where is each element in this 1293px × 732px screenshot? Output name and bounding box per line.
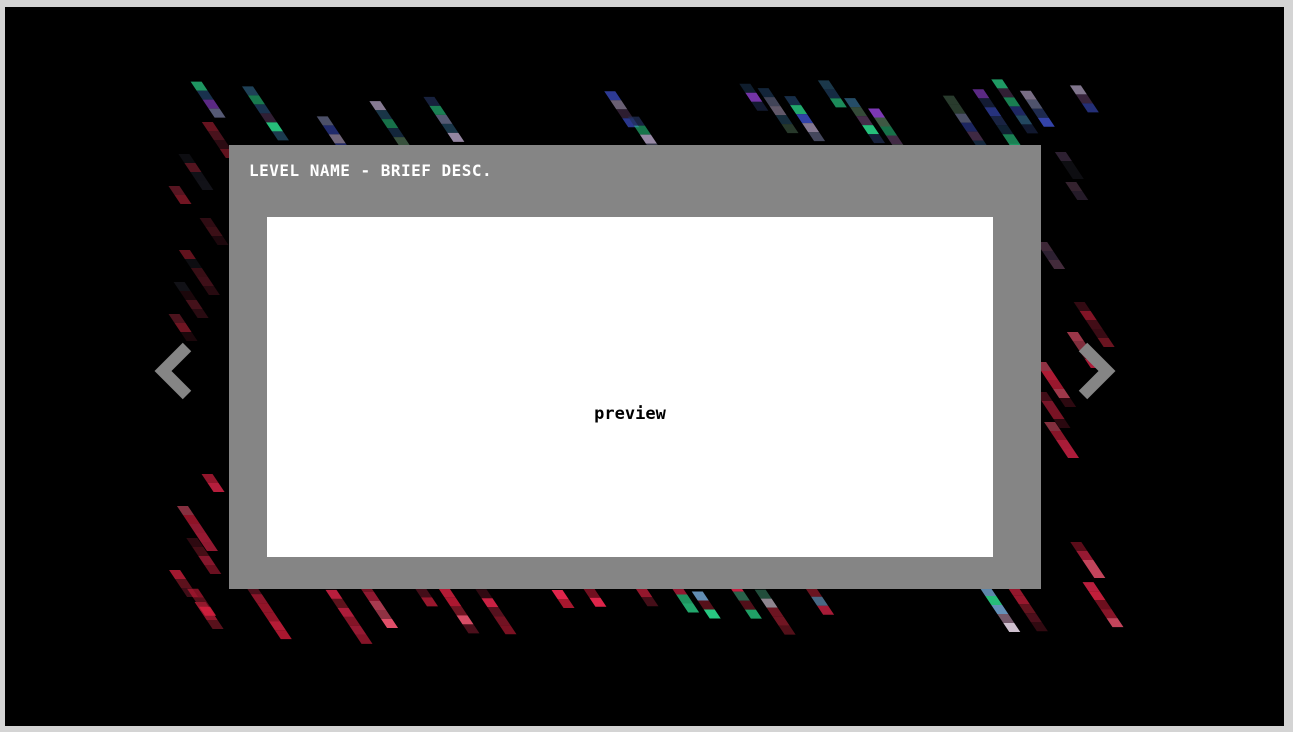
level-preview[interactable]: preview [267, 217, 993, 557]
chevron-left-icon [154, 342, 192, 400]
next-level-button[interactable] [1071, 337, 1119, 405]
level-title: LEVEL NAME - BRIEF DESC. [249, 161, 493, 180]
previous-level-button[interactable] [151, 337, 199, 405]
game-screen: LEVEL NAME - BRIEF DESC. preview [5, 7, 1284, 726]
level-select-panel[interactable]: LEVEL NAME - BRIEF DESC. preview [229, 145, 1041, 589]
preview-label: preview [594, 403, 666, 424]
chevron-right-icon [1078, 342, 1116, 400]
